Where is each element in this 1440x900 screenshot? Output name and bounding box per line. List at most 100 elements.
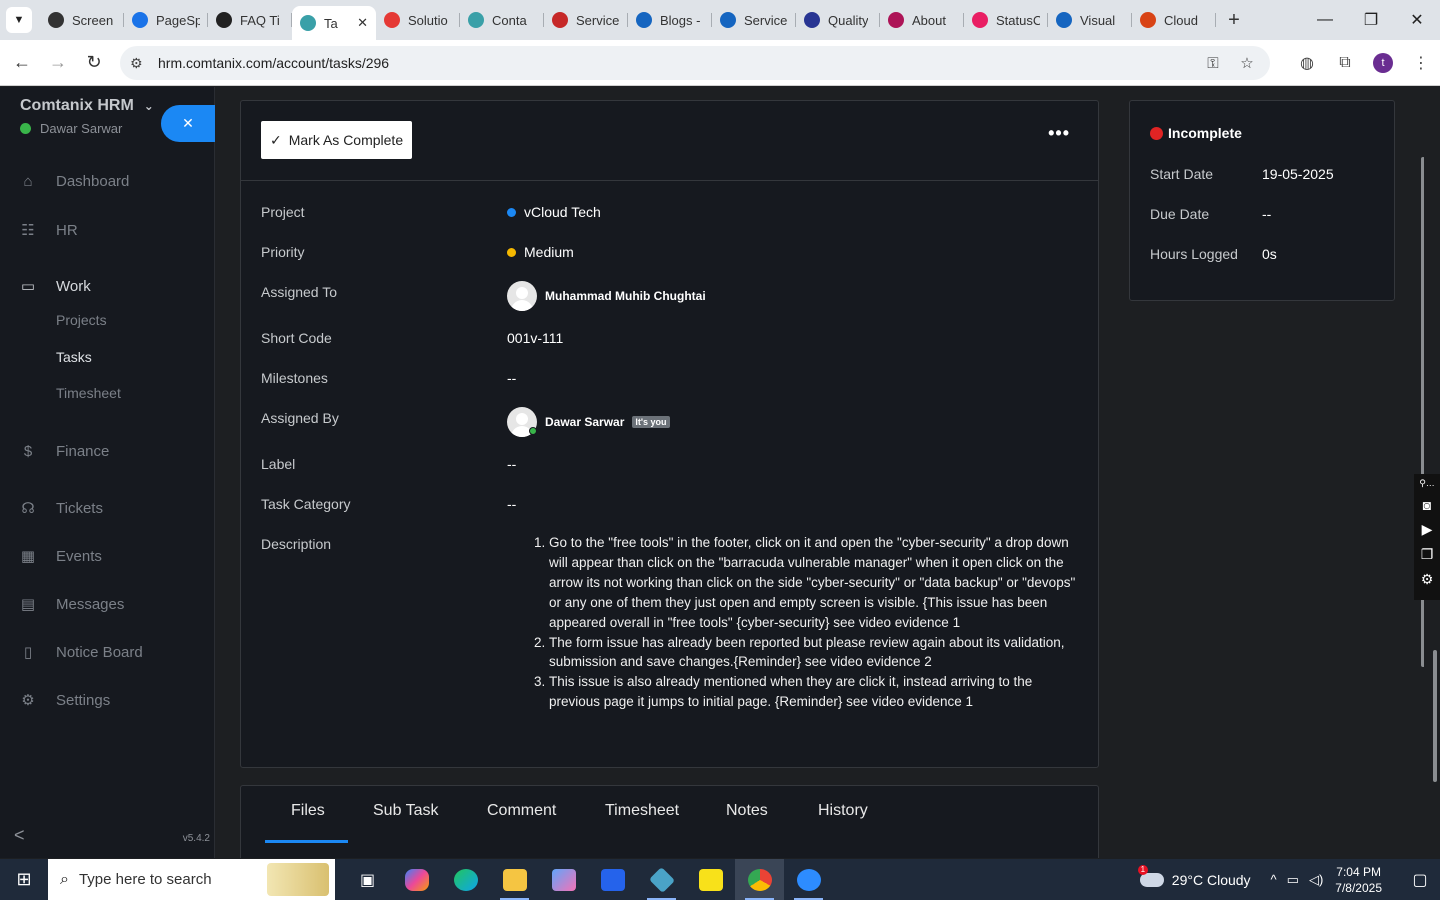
tab-title: PageSp xyxy=(156,12,200,28)
restore-icon[interactable]: ❐ xyxy=(1348,0,1394,40)
reload-button[interactable]: ↻ xyxy=(76,45,112,81)
app-button[interactable] xyxy=(637,859,686,900)
mark-as-complete-button[interactable]: ✓ Mark As Complete xyxy=(261,121,413,159)
sidebar-item-events[interactable]: ▦ Events xyxy=(18,547,102,566)
bookmark-star-icon[interactable]: ☆ xyxy=(1234,52,1260,74)
tab-files[interactable]: Files xyxy=(291,802,325,820)
brand[interactable]: Comtanix HRM ⌄ xyxy=(20,97,154,115)
file-explorer-button[interactable] xyxy=(490,859,539,900)
browser-tab[interactable]: Visual xyxy=(1048,4,1132,36)
browser-tab[interactable]: PageSp xyxy=(124,4,208,36)
windows-start-button[interactable]: ⊞ xyxy=(0,859,48,900)
new-tab-button[interactable]: + xyxy=(1220,6,1248,34)
status-badge: Incomplete xyxy=(1150,125,1242,141)
task-view-button[interactable]: ▣ xyxy=(343,859,392,900)
edge-button[interactable] xyxy=(441,859,490,900)
faq-icon xyxy=(216,12,232,28)
translate-icon[interactable]: ◍ xyxy=(1288,46,1326,80)
browser-menu-icon[interactable]: ⋮ xyxy=(1402,46,1440,80)
sidebar-subitem-projects[interactable]: Projects xyxy=(56,312,107,328)
clock[interactable]: 7:04 PM 7/8/2025 xyxy=(1335,864,1382,896)
chrome-button[interactable] xyxy=(735,859,784,900)
project-value[interactable]: vCloud Tech xyxy=(524,204,601,220)
address-bar[interactable]: ⚙ hrm.comtanix.com/account/tasks/296 ⚿ ☆ xyxy=(120,46,1270,80)
extensions-icon[interactable]: ⧉ xyxy=(1326,46,1364,80)
collapse-sidebar-icon[interactable]: < xyxy=(14,825,25,846)
video-icon[interactable]: ▶ xyxy=(1422,521,1433,538)
avatar[interactable] xyxy=(507,281,537,311)
sidebar-item-dashboard[interactable]: ⌂ Dashboard xyxy=(18,173,129,190)
network-icon[interactable]: ▭ xyxy=(1287,872,1299,888)
camera-icon[interactable]: ◙ xyxy=(1423,497,1431,513)
browser-tab[interactable]: About xyxy=(880,4,964,36)
sidebar-item-label: Tickets xyxy=(56,499,103,517)
browser-tab[interactable]: Solutio xyxy=(376,4,460,36)
browser-tab[interactable]: Ta ✕ xyxy=(292,6,376,40)
tab-search-dropdown[interactable]: ▼ xyxy=(6,7,32,33)
volume-icon[interactable]: ◁) xyxy=(1309,872,1323,888)
close-icon: ✕ xyxy=(182,115,194,131)
mail-button[interactable] xyxy=(588,859,637,900)
taskbar-search[interactable]: ⌕ Type here to search xyxy=(48,859,335,900)
current-user: Dawar Sarwar xyxy=(20,121,122,136)
close-tab-icon[interactable]: ✕ xyxy=(357,15,368,31)
active-tab-indicator xyxy=(265,840,348,843)
minimize-icon[interactable]: — xyxy=(1302,0,1348,40)
site-info-icon[interactable]: ⚙ xyxy=(130,55,150,72)
tab-history[interactable]: History xyxy=(818,802,868,820)
clock-time: 7:04 PM xyxy=(1336,864,1381,879)
browser-tab[interactable]: Cloud xyxy=(1132,4,1216,36)
forward-button[interactable]: → xyxy=(40,45,76,81)
tab-notes[interactable]: Notes xyxy=(726,802,768,820)
tab-timesheet[interactable]: Timesheet xyxy=(605,802,679,820)
browser-tab[interactable]: Service xyxy=(712,4,796,36)
browser-tab[interactable]: StatusC xyxy=(964,4,1048,36)
tab-title: About xyxy=(912,12,946,28)
copilot-button[interactable] xyxy=(392,859,441,900)
weather-widget[interactable]: 1 29°C Cloudy xyxy=(1137,864,1251,888)
browser-tab[interactable]: Quality xyxy=(796,4,880,36)
window-icon[interactable]: ❐ xyxy=(1421,546,1434,563)
sidebar-item-work[interactable]: ▭ Work xyxy=(18,277,91,296)
chevron-up-icon[interactable]: ^ xyxy=(1271,872,1277,888)
browser-tab[interactable]: FAQ Ti xyxy=(208,4,292,36)
task-tabs: Files Sub Task Comment Timesheet Notes Histor… xyxy=(240,785,1099,858)
browser-tab[interactable]: Blogs - xyxy=(628,4,712,36)
avatar[interactable] xyxy=(507,407,537,437)
notification-icon[interactable]: ▢ xyxy=(1400,870,1440,890)
back-button[interactable]: ← xyxy=(4,45,40,81)
mark-as-complete-label: Mark As Complete xyxy=(288,132,404,148)
sidebar-item-finance[interactable]: $ Finance xyxy=(18,443,110,460)
priority-label: Priority xyxy=(261,244,305,260)
assigned-to-name[interactable]: Muhammad Muhib Chughtai xyxy=(545,289,706,303)
window-scrollbar[interactable] xyxy=(1433,650,1437,782)
close-sidebar-button[interactable]: ✕ xyxy=(161,105,215,142)
tab-title: Ta xyxy=(324,15,338,31)
browser-tab[interactable]: Conta xyxy=(460,4,544,36)
browser-tab[interactable]: Service xyxy=(544,4,628,36)
online-status-icon xyxy=(529,427,537,435)
close-window-icon[interactable]: ✕ xyxy=(1394,0,1440,40)
sticky-notes-button[interactable] xyxy=(686,859,735,900)
gear-icon[interactable]: ⚙ xyxy=(1421,571,1434,588)
browser-tab[interactable]: Screen xyxy=(40,4,124,36)
assigned-by-name[interactable]: Dawar Sarwar xyxy=(545,415,624,429)
sidebar-item-hr[interactable]: ☷ HR xyxy=(18,221,77,240)
tab-title: StatusC xyxy=(996,12,1040,28)
sidebar-subitem-tasks[interactable]: Tasks xyxy=(56,349,92,365)
store-button[interactable] xyxy=(539,859,588,900)
tab-comment[interactable]: Comment xyxy=(487,802,556,820)
password-key-icon[interactable]: ⚿ xyxy=(1200,52,1226,74)
tab-title: Cloud xyxy=(1164,12,1198,28)
link-icon[interactable]: ⚲… xyxy=(1419,478,1435,489)
more-options-icon[interactable]: ••• xyxy=(1048,123,1070,144)
profile-avatar[interactable]: t xyxy=(1373,53,1393,73)
sidebar-item-messages[interactable]: ▤ Messages xyxy=(18,595,124,614)
sidebar-item-settings[interactable]: ⚙ Settings xyxy=(18,691,110,710)
sidebar-item-notice-board[interactable]: ▯ Notice Board xyxy=(18,643,143,662)
zoom-button[interactable] xyxy=(784,859,833,900)
sidebar-item-tickets[interactable]: ☊ Tickets xyxy=(18,499,103,518)
sidebar-subitem-timesheet[interactable]: Timesheet xyxy=(56,385,121,401)
online-status-icon xyxy=(20,123,31,134)
tab-sub-task[interactable]: Sub Task xyxy=(373,802,439,820)
